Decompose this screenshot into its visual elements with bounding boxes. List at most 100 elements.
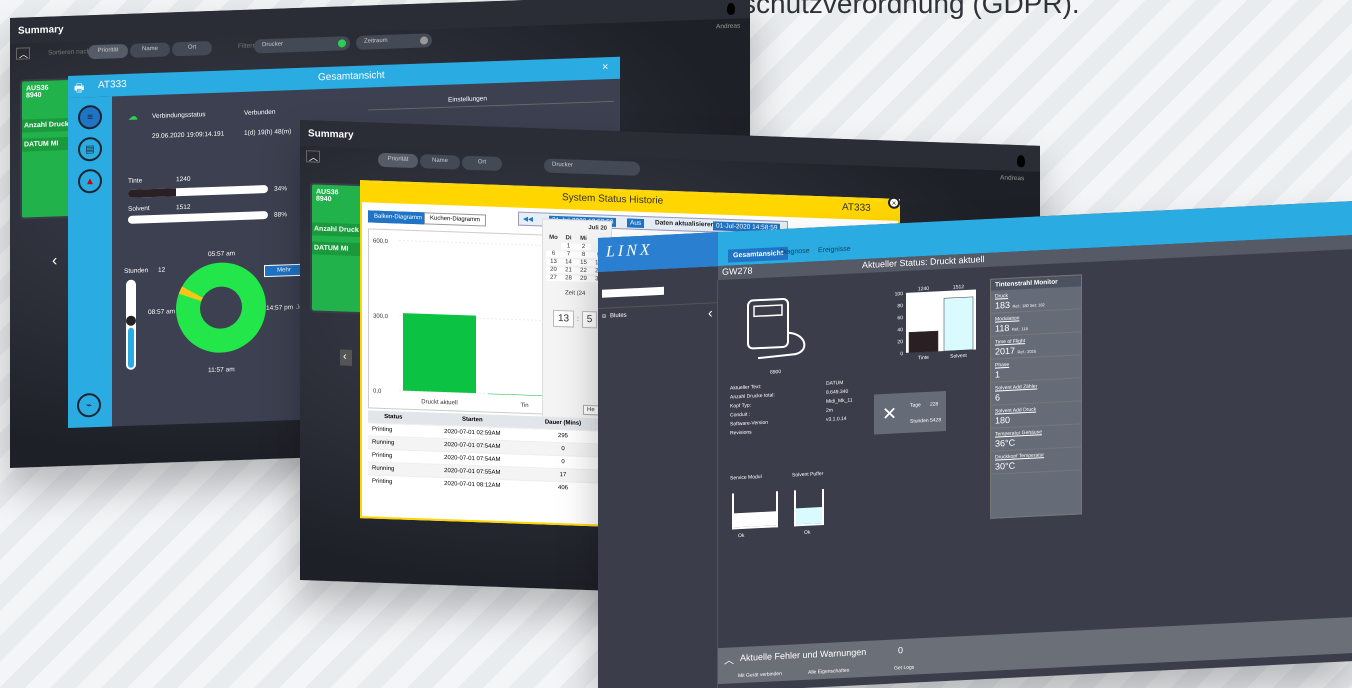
today-button[interactable]: He (583, 404, 599, 416)
x-tick-label: Druckt aktuell (421, 399, 457, 406)
sort-option-priority[interactable]: Priorität (378, 152, 418, 169)
sort-option-location[interactable]: Ort (172, 40, 212, 57)
rewind-icon[interactable]: ◀◀ (523, 215, 533, 223)
filter-printer-toggle[interactable]: Drucker (544, 158, 640, 176)
more-button[interactable]: Mehr (264, 263, 304, 278)
x-tick-label: Solvent (950, 353, 967, 360)
filter-printer-label: Drucker (552, 161, 574, 169)
ink-solvent-chart: 100 80 60 40 20 0 Tinte 1240 Solvent 1512 (890, 281, 980, 369)
history-table: Status Starten Dauer (Mins) Printing 2020-0… (368, 410, 600, 496)
calendar-day[interactable]: 21 (561, 267, 576, 274)
hour-field[interactable]: 13 (553, 309, 575, 328)
errors-warnings-bar: ︿ Aktuelle Fehler und Warnungen 0 Mit Ge… (718, 617, 1352, 685)
close-icon[interactable]: × (888, 196, 900, 209)
chevron-left-icon: ‹ (343, 350, 347, 363)
calendar-weekday: Di (565, 235, 572, 242)
collapse-button[interactable]: ︿ (16, 47, 30, 60)
calendar-day[interactable]: 8 (576, 251, 591, 259)
nav-prev-button[interactable]: ‹ (340, 349, 352, 366)
hours-slider-handle[interactable] (126, 315, 136, 326)
table-cell: Printing (368, 474, 419, 490)
modal-title: System Status Historie (562, 192, 664, 207)
filter-period-label: Zeitraum (364, 37, 388, 45)
calendar-day[interactable]: 1 (561, 243, 576, 250)
calendar-day[interactable]: 14 (561, 259, 576, 266)
user-name[interactable]: Andreas (1000, 174, 1024, 182)
chevron-up-icon[interactable]: ︿ (724, 651, 734, 666)
sort-option-name[interactable]: Name (420, 154, 460, 170)
sidebar-tree-item[interactable]: Blutes (610, 313, 627, 320)
calendar-day[interactable]: 2 (576, 243, 591, 251)
calendar-day[interactable]: 15 (576, 259, 591, 267)
settings-label: Einstellungen (448, 95, 488, 104)
monitor-item-ref: Ref.: 180 Set: 182 (1012, 302, 1045, 309)
linx-logo: LINX (598, 232, 718, 272)
sidebar-collapse-icon[interactable]: ‹ (708, 304, 713, 320)
refresh-button[interactable]: Daten aktualisieren (655, 219, 715, 228)
table-cell: 2020-07-01 08:12AM (418, 476, 527, 493)
tab-pie-chart[interactable]: Kuchen-Diagramm (424, 212, 487, 227)
minute-field[interactable]: 5 (581, 310, 598, 329)
calendar-day[interactable]: 22 (576, 267, 591, 275)
connection-duration: 1(d) 19(h) 48(m) (244, 128, 292, 137)
printer-tab-icon[interactable]: ▤ (78, 136, 102, 162)
warning-tab-icon[interactable]: ▲ (78, 168, 102, 194)
hours-slider[interactable] (126, 279, 136, 370)
monitor-items: Druck 183 Ref.: 180 Set: 182 Modulation 118… (991, 286, 1081, 475)
printer-name: GW278 (722, 265, 753, 277)
solvent-level-bar (128, 210, 268, 224)
y-tick-label: 0,0 (373, 389, 382, 395)
sort-option-location[interactable]: Ort (462, 155, 502, 172)
calendar-weekday: Mo (549, 234, 558, 242)
tab-bar-chart[interactable]: Balken-Diagramm (368, 210, 429, 225)
calendar-day[interactable]: 28 (561, 275, 576, 282)
modal-sidebar: ≡ ▤ ▲ ⌁ (68, 96, 112, 428)
close-icon[interactable]: × (602, 61, 608, 73)
calendar-day[interactable]: 27 (546, 274, 561, 282)
calendar-day[interactable]: 13 (546, 258, 561, 266)
calendar-day[interactable]: 7 (561, 251, 576, 258)
calendar-day[interactable]: 29 (576, 275, 591, 283)
toggle-on-icon (338, 39, 346, 48)
x-tick-label: Tinte (918, 355, 929, 362)
get-logs-link[interactable]: Get Logs (894, 665, 914, 672)
modal-printer-name: AT333 (98, 78, 127, 91)
user-avatar-icon[interactable] (727, 2, 735, 15)
collapse-button[interactable]: ︿ (306, 150, 320, 163)
filter-printer-toggle[interactable]: Drucker (254, 36, 350, 54)
app-title: Summary (308, 128, 354, 141)
overview-tab-icon[interactable]: ≡ (78, 104, 102, 130)
all-properties-link[interactable]: Alle Eigenschaften (808, 668, 849, 676)
tree-item-icon: ⊟ (602, 313, 607, 320)
monitor-item-ref: Ref.: 118 (1011, 325, 1028, 332)
tab-events[interactable]: Ereignisse (818, 246, 851, 255)
printer-icon: 🖶 (74, 82, 85, 95)
sort-option-name[interactable]: Name (130, 42, 170, 58)
apply-button[interactable]: Aus (627, 218, 645, 229)
user-name[interactable]: Andreas (716, 23, 740, 31)
ink-percent: 34% (274, 185, 288, 193)
tab-diagnosis[interactable]: Diagnose (780, 248, 810, 256)
calendar-day[interactable]: 20 (546, 266, 561, 274)
y-tick-label: 600,0 (373, 239, 389, 246)
hours-slider-fill (128, 327, 134, 368)
connect-device-link[interactable]: Mit Gerät verbinden (738, 671, 782, 679)
y-tick-label: 100 (895, 291, 904, 297)
sidebar-search-input[interactable] (602, 286, 664, 298)
printer-icon (747, 297, 806, 360)
y-tick-label: 300,0 (373, 314, 389, 321)
ink-solvent-chart-svg: 100 80 60 40 20 0 Tinte 1240 Solvent 1512 (895, 284, 976, 362)
filter-period-toggle[interactable]: Zeitraum (356, 33, 432, 50)
service-days-value: 228 (930, 401, 939, 408)
y-tick-label: 20 (897, 339, 903, 345)
filter-printer-label: Drucker (262, 41, 284, 49)
sort-option-priority[interactable]: Priorität (88, 43, 128, 60)
table-cell: 406 (526, 480, 600, 496)
calendar-day[interactable]: 6 (546, 250, 561, 258)
user-avatar-icon[interactable] (1017, 155, 1025, 168)
bar-top-label: 1512 (953, 284, 964, 291)
status-label: Aktueller Status: (862, 256, 928, 271)
ink-value: 1240 (176, 175, 191, 184)
disconnect-icon[interactable]: ⌁ (77, 392, 101, 418)
nav-prev-icon[interactable]: ‹ (52, 252, 57, 270)
